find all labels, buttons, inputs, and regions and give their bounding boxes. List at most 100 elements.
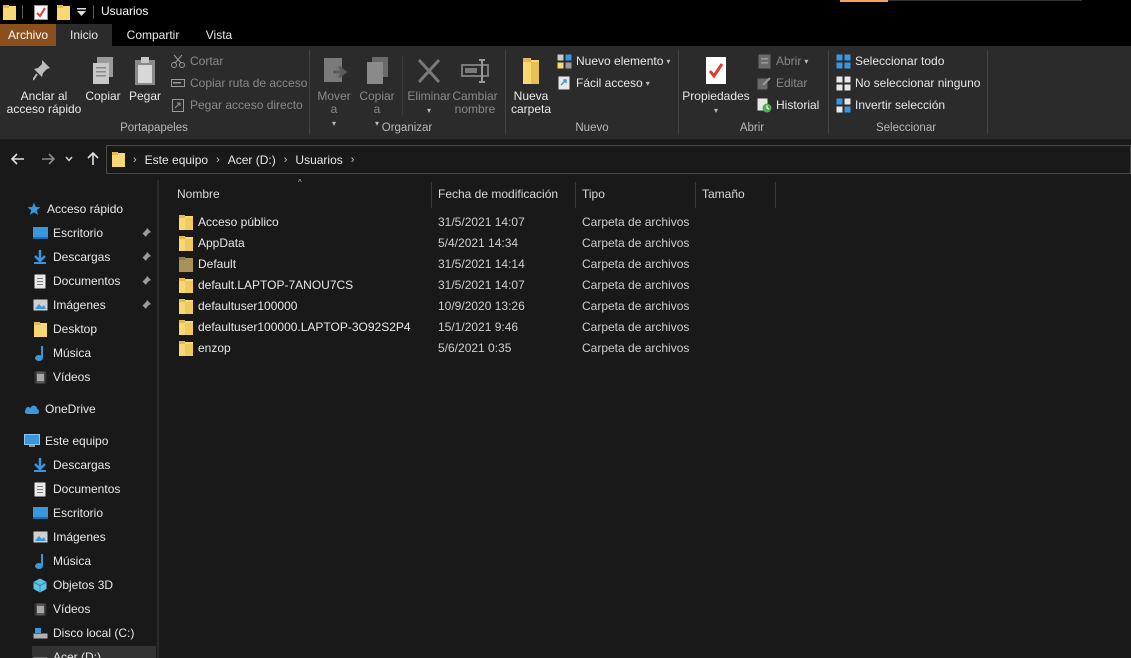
- table-row[interactable]: defaultuser100000 10/9/2020 13:26 Carpet…: [177, 296, 777, 317]
- sidebar-item-descargas[interactable]: Descargas: [32, 246, 110, 268]
- chevron-right-icon[interactable]: ›: [284, 154, 288, 166]
- up-arrow-icon[interactable]: [84, 149, 102, 169]
- sidebar-item-escritorio[interactable]: Escritorio: [32, 222, 103, 244]
- paste-button[interactable]: Pegar: [126, 56, 164, 103]
- column-header-date[interactable]: Fecha de modificación: [438, 183, 558, 205]
- tab-inicio[interactable]: Inicio: [56, 24, 112, 46]
- breadcrumb-usuarios[interactable]: Usuarios: [295, 153, 342, 167]
- sidebar-item-label: Música: [53, 346, 92, 360]
- new-item-button[interactable]: Nuevo elemento ▾: [556, 52, 670, 70]
- table-row[interactable]: defaultuser100000.LAPTOP-3O92S2P4 15/1/2…: [177, 317, 777, 338]
- new-folder-button[interactable]: Nueva carpeta: [508, 56, 554, 116]
- sidebar-item-pc-disco-local-c[interactable]: Disco local (C:): [32, 622, 134, 644]
- invert-selection-button[interactable]: Invertir selección: [835, 96, 945, 114]
- sidebar-item-label: Escritorio: [53, 506, 104, 520]
- folder-icon: [179, 236, 193, 251]
- copy-path-button[interactable]: Copiar ruta de acceso: [170, 74, 307, 92]
- column-header-size[interactable]: Tamaño: [702, 183, 745, 205]
- cut-button[interactable]: Cortar: [170, 52, 223, 70]
- recent-locations-chevron-icon[interactable]: [63, 149, 75, 169]
- column-divider[interactable]: [775, 182, 776, 208]
- sidebar-item-pc-documentos[interactable]: Documentos: [32, 478, 120, 500]
- group-label-abrir: Abrir: [739, 122, 765, 134]
- download-arrow-icon: [32, 457, 48, 473]
- sidebar-item-imagenes[interactable]: Imágenes: [32, 294, 106, 316]
- edit-button[interactable]: Editar: [756, 74, 807, 92]
- pin-icon[interactable]: [142, 228, 154, 240]
- group-label-nuevo: Nuevo: [575, 122, 609, 134]
- table-row[interactable]: enzop 5/6/2021 0:35 Carpeta de archivos: [177, 338, 777, 359]
- file-date: 31/5/2021 14:07: [438, 215, 525, 229]
- select-all-label: Seleccionar todo: [855, 54, 945, 68]
- history-button[interactable]: Historial: [756, 96, 819, 114]
- sidebar-item-label: Acceso rápido: [47, 202, 124, 216]
- new-folder-icon[interactable]: [56, 4, 70, 20]
- chevron-right-icon[interactable]: ›: [133, 154, 137, 166]
- open-button[interactable]: Abrir ▾: [756, 52, 808, 70]
- group-separator: [678, 50, 679, 134]
- move-to-button[interactable]: Mover a ▾: [314, 56, 354, 130]
- sidebar-item-videos[interactable]: Vídeos: [32, 366, 90, 388]
- table-row[interactable]: Default 31/5/2021 14:14 Carpeta de archi…: [177, 254, 777, 275]
- sidebar-item-pc-acer-d[interactable]: Acer (D:): [32, 646, 156, 658]
- pin-quick-access-button[interactable]: Anclar al acceso rápido: [6, 56, 82, 116]
- rename-button[interactable]: Cambiar nombre: [452, 56, 498, 116]
- paste-shortcut-button[interactable]: Pegar acceso directo: [170, 96, 303, 114]
- file-date: 31/5/2021 14:07: [438, 278, 525, 292]
- copy-to-label: Copiar a: [359, 89, 395, 116]
- properties-button[interactable]: Propiedades ▾: [682, 56, 750, 117]
- sidebar-item-pc-musica[interactable]: Música: [32, 550, 91, 572]
- forward-arrow-icon[interactable]: [39, 149, 57, 169]
- address-bar[interactable]: › Este equipo › Acer (D:) › Usuarios ›: [106, 145, 1131, 174]
- sidebar-item-pc-objetos-3d[interactable]: Objetos 3D: [32, 574, 113, 596]
- properties-icon[interactable]: [33, 4, 49, 20]
- column-divider[interactable]: [575, 182, 576, 208]
- select-all-button[interactable]: Seleccionar todo: [835, 52, 944, 70]
- column-header-name[interactable]: Nombre: [177, 183, 220, 205]
- sidebar-item-desktop[interactable]: Desktop: [32, 318, 97, 340]
- group-label-seleccionar: Seleccionar: [875, 122, 937, 134]
- table-row[interactable]: AppData 5/4/2021 14:34 Carpeta de archiv…: [177, 233, 777, 254]
- easy-access-button[interactable]: Fácil acceso ▾: [556, 74, 650, 92]
- document-icon: [32, 273, 48, 289]
- customize-dropdown-icon[interactable]: [75, 4, 87, 20]
- table-row[interactable]: default.LAPTOP-7ANOU7CS 31/5/2021 14:07 …: [177, 275, 777, 296]
- invert-selection-icon: [835, 97, 851, 113]
- separator: [22, 5, 23, 19]
- tab-vista[interactable]: Vista: [195, 24, 243, 46]
- column-divider[interactable]: [695, 182, 696, 208]
- chevron-right-icon[interactable]: ›: [351, 154, 355, 166]
- breadcrumb-este-equipo[interactable]: Este equipo: [145, 153, 208, 167]
- group-label-portapapeles: Portapapeles: [120, 122, 188, 134]
- pin-icon[interactable]: [142, 252, 154, 264]
- sidebar-item-quick-access[interactable]: Acceso rápido: [26, 198, 123, 220]
- back-arrow-icon[interactable]: [9, 149, 27, 169]
- breadcrumb-acer-d[interactable]: Acer (D:): [228, 153, 276, 167]
- window-title: Usuarios: [101, 4, 149, 18]
- copy-label: Copiar: [85, 89, 121, 103]
- select-none-button[interactable]: No seleccionar ninguno: [835, 74, 980, 92]
- sidebar-item-documentos[interactable]: Documentos: [32, 270, 120, 292]
- tab-archivo[interactable]: Archivo: [0, 24, 56, 46]
- sidebar-item-onedrive[interactable]: OneDrive: [24, 398, 96, 420]
- pin-icon[interactable]: [142, 276, 154, 288]
- download-arrow-icon: [32, 249, 48, 265]
- copy-icon: [93, 57, 113, 84]
- pin-icon[interactable]: [142, 300, 154, 312]
- sidebar-item-pc-imagenes[interactable]: Imágenes: [32, 526, 106, 548]
- column-divider[interactable]: [431, 182, 432, 208]
- copy-button[interactable]: Copiar: [84, 56, 122, 103]
- chevron-right-icon[interactable]: ›: [216, 154, 220, 166]
- sidebar-item-musica[interactable]: Música: [32, 342, 91, 364]
- sidebar-item-pc-descargas[interactable]: Descargas: [32, 454, 110, 476]
- copy-to-button[interactable]: Copiar a ▾: [356, 56, 398, 130]
- cube-3d-icon: [32, 577, 48, 593]
- sidebar-item-pc-escritorio[interactable]: Escritorio: [32, 502, 103, 524]
- tab-compartir[interactable]: Compartir: [116, 24, 190, 46]
- delete-button[interactable]: Eliminar ▾: [406, 56, 452, 117]
- sidebar-item-pc-videos[interactable]: Vídeos: [32, 598, 90, 620]
- column-header-type[interactable]: Tipo: [582, 183, 605, 205]
- table-row[interactable]: Acceso público 31/5/2021 14:07 Carpeta d…: [177, 212, 777, 233]
- open-icon: [756, 53, 772, 69]
- sidebar-item-this-pc[interactable]: Este equipo: [24, 430, 108, 452]
